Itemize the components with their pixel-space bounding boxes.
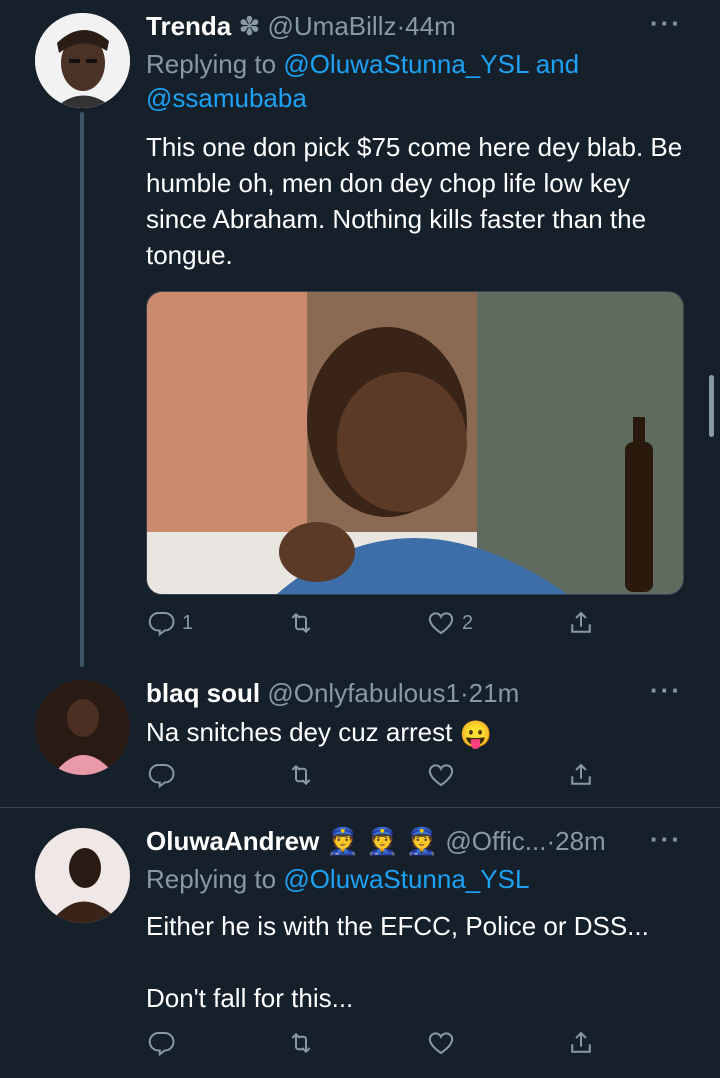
tweet-1[interactable]: Trenda ✽ @UmaBillz·44m Replying to @Oluw… <box>0 0 720 670</box>
reply-button[interactable]: 1 <box>146 608 193 638</box>
like-count: 2 <box>462 611 474 634</box>
replying-prefix: Replying to <box>146 49 277 79</box>
replying-prefix: Replying to <box>146 864 277 894</box>
like-button[interactable]: 2 <box>426 608 473 638</box>
like-button[interactable] <box>426 760 456 790</box>
replying-to: Replying to @OluwaStunna_YSL <box>146 862 690 896</box>
timestamp[interactable]: 44m <box>405 11 456 41</box>
share-icon <box>571 611 591 633</box>
like-button[interactable] <box>426 1028 456 1058</box>
share-button[interactable] <box>566 608 596 638</box>
handle[interactable]: @Onlyfabulous1 <box>267 678 460 708</box>
reply-count: 1 <box>182 611 194 634</box>
replying-to: Replying to @OluwaStunna_YSL and @ssamub… <box>146 47 690 115</box>
retweet-button[interactable] <box>286 1028 316 1058</box>
tweet-text-line: Either he is with the EFCC, Police or DS… <box>146 911 649 941</box>
tweet-media-image[interactable] <box>146 291 684 595</box>
retweet-icon <box>291 612 311 634</box>
mention-link[interactable]: @OluwaStunna_YSL <box>283 864 529 894</box>
tweet-text: Na snitches dey cuz arrest 😛 <box>146 714 690 752</box>
tweet-text-content: Na snitches dey cuz arrest <box>146 717 453 747</box>
mention-link[interactable]: @OluwaStunna_YSL <box>283 49 528 79</box>
share-button[interactable] <box>566 760 596 790</box>
scrollbar[interactable] <box>709 375 714 437</box>
tweet-header: OluwaAndrew 👮 👮 👮 @Offic...·28m <box>146 826 606 856</box>
heart-icon <box>428 764 454 787</box>
avatar[interactable] <box>35 828 130 923</box>
timestamp[interactable]: 28m <box>555 826 606 856</box>
reply-button[interactable] <box>146 760 176 790</box>
timestamp[interactable]: 21m <box>469 678 520 708</box>
retweet-button[interactable] <box>286 608 316 638</box>
more-horizontal-icon[interactable]: ··· <box>650 824 682 855</box>
heart-icon <box>428 1032 454 1055</box>
tweet-header: blaq soul @Onlyfabulous1·21m <box>146 678 520 708</box>
handle[interactable]: @UmaBillz <box>268 11 397 41</box>
tweet-header: Trenda ✽ @UmaBillz·44m <box>146 11 456 41</box>
handle[interactable]: @Offic... <box>445 826 546 856</box>
retweet-button[interactable] <box>286 760 316 790</box>
retweet-icon <box>291 1032 311 1054</box>
tweet-3[interactable]: OluwaAndrew 👮 👮 👮 @Offic...·28m Replying… <box>0 808 720 1078</box>
tweet-text-line: Don't fall for this... <box>146 983 354 1013</box>
police-officer-emojis: 👮 👮 👮 <box>326 826 439 856</box>
thread-line <box>80 112 84 667</box>
retweet-icon <box>291 764 311 786</box>
share-icon <box>571 763 591 785</box>
reply-icon <box>148 764 175 789</box>
heart-icon <box>428 612 454 635</box>
tongue-emoji: 😛 <box>459 719 492 750</box>
display-name[interactable]: OluwaAndrew <box>146 826 319 856</box>
mention-and[interactable]: and <box>536 49 579 79</box>
avatar[interactable] <box>35 680 130 775</box>
tweet-text: Either he is with the EFCC, Police or DS… <box>146 908 690 1016</box>
display-name[interactable]: blaq soul <box>146 678 260 708</box>
share-button[interactable] <box>566 1028 596 1058</box>
avatar[interactable] <box>35 13 130 108</box>
more-horizontal-icon[interactable]: ··· <box>650 675 682 706</box>
reply-icon <box>148 1032 175 1057</box>
verified-badge-icon: ✽ <box>238 11 261 41</box>
more-horizontal-icon[interactable]: ··· <box>650 8 682 39</box>
mention-link[interactable]: @ssamubaba <box>146 83 307 113</box>
tweet-2[interactable]: blaq soul @Onlyfabulous1·21m Na snitches… <box>0 670 720 807</box>
reply-button[interactable] <box>146 1028 176 1058</box>
display-name[interactable]: Trenda <box>146 11 231 41</box>
share-icon <box>571 1031 591 1053</box>
tweet-text: This one don pick $75 come here dey blab… <box>146 132 683 270</box>
reply-icon <box>148 612 175 637</box>
